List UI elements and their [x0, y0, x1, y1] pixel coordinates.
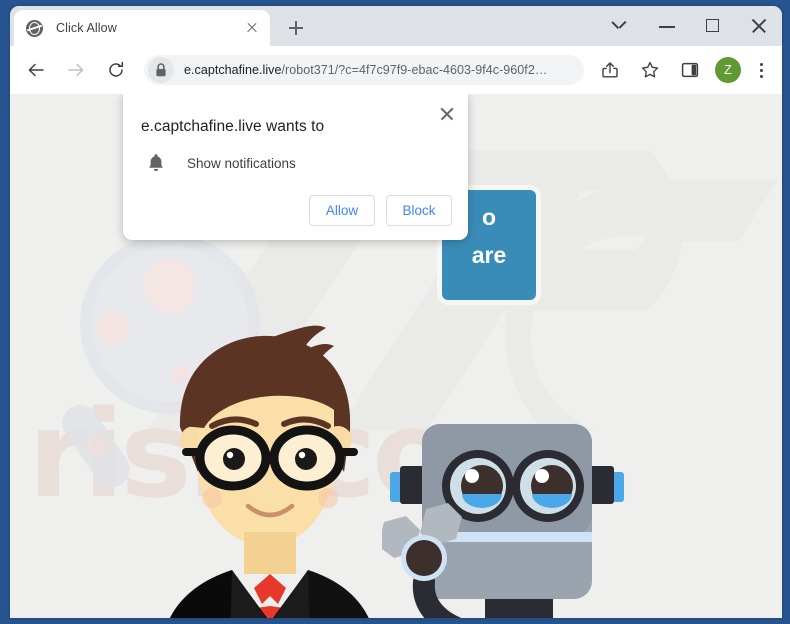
back-icon[interactable] — [19, 53, 53, 87]
reload-icon[interactable] — [99, 53, 133, 87]
permission-dialog-title: e.captchafine.live wants to — [141, 118, 325, 135]
permission-dialog: e.captchafine.live wants to Show notific… — [123, 94, 468, 240]
lock-icon[interactable] — [148, 57, 174, 83]
bookmark-star-icon[interactable] — [633, 53, 667, 87]
tab-strip: Click Allow — [10, 6, 782, 46]
browser-tab[interactable]: Click Allow — [14, 10, 270, 46]
side-panel-icon[interactable] — [673, 53, 707, 87]
close-tab-icon[interactable] — [240, 16, 264, 40]
permission-dialog-actions: Allow Block — [141, 195, 452, 226]
globe-icon — [26, 19, 43, 37]
new-tab-button[interactable] — [282, 14, 310, 42]
address-bar-text: e.captchafine.live/robot371/?c=4f7c97f9-… — [184, 63, 547, 77]
block-button[interactable]: Block — [386, 195, 452, 226]
maximize-icon[interactable] — [690, 6, 736, 46]
close-icon[interactable] — [436, 103, 458, 125]
chrome-menu-icon[interactable] — [746, 53, 776, 87]
tab-search-icon[interactable] — [598, 6, 644, 46]
address-bar[interactable]: e.captchafine.live/robot371/?c=4f7c97f9-… — [144, 55, 584, 85]
browser-toolbar: e.captchafine.live/robot371/?c=4f7c97f9-… — [10, 46, 782, 94]
url-domain: e.captchafine.live — [184, 63, 282, 77]
cta-line-2: are — [471, 242, 507, 268]
url-path: /robot371/?c=4f7c97f9-ebac-4603-9f4c-960… — [281, 63, 548, 77]
forward-icon[interactable] — [59, 53, 93, 87]
close-window-icon[interactable] — [736, 6, 782, 46]
window-controls — [598, 6, 782, 46]
page-viewport: risk.com o are — [10, 94, 782, 618]
robot-illustration — [382, 424, 624, 618]
bell-icon — [145, 152, 167, 174]
browser-window: Click Allow e.captchafine.live/robot371/… — [10, 6, 782, 618]
minimize-icon[interactable] — [644, 6, 690, 46]
screen: Click Allow e.captchafine.live/robot371/… — [0, 0, 790, 624]
share-icon[interactable] — [593, 53, 627, 87]
profile-avatar[interactable]: Z — [715, 57, 741, 83]
man-in-suit-illustration — [169, 325, 369, 618]
tab-title: Click Allow — [56, 21, 117, 35]
permission-label: Show notifications — [187, 155, 296, 171]
allow-button[interactable]: Allow — [309, 195, 375, 226]
permission-row: Show notifications — [141, 152, 452, 174]
